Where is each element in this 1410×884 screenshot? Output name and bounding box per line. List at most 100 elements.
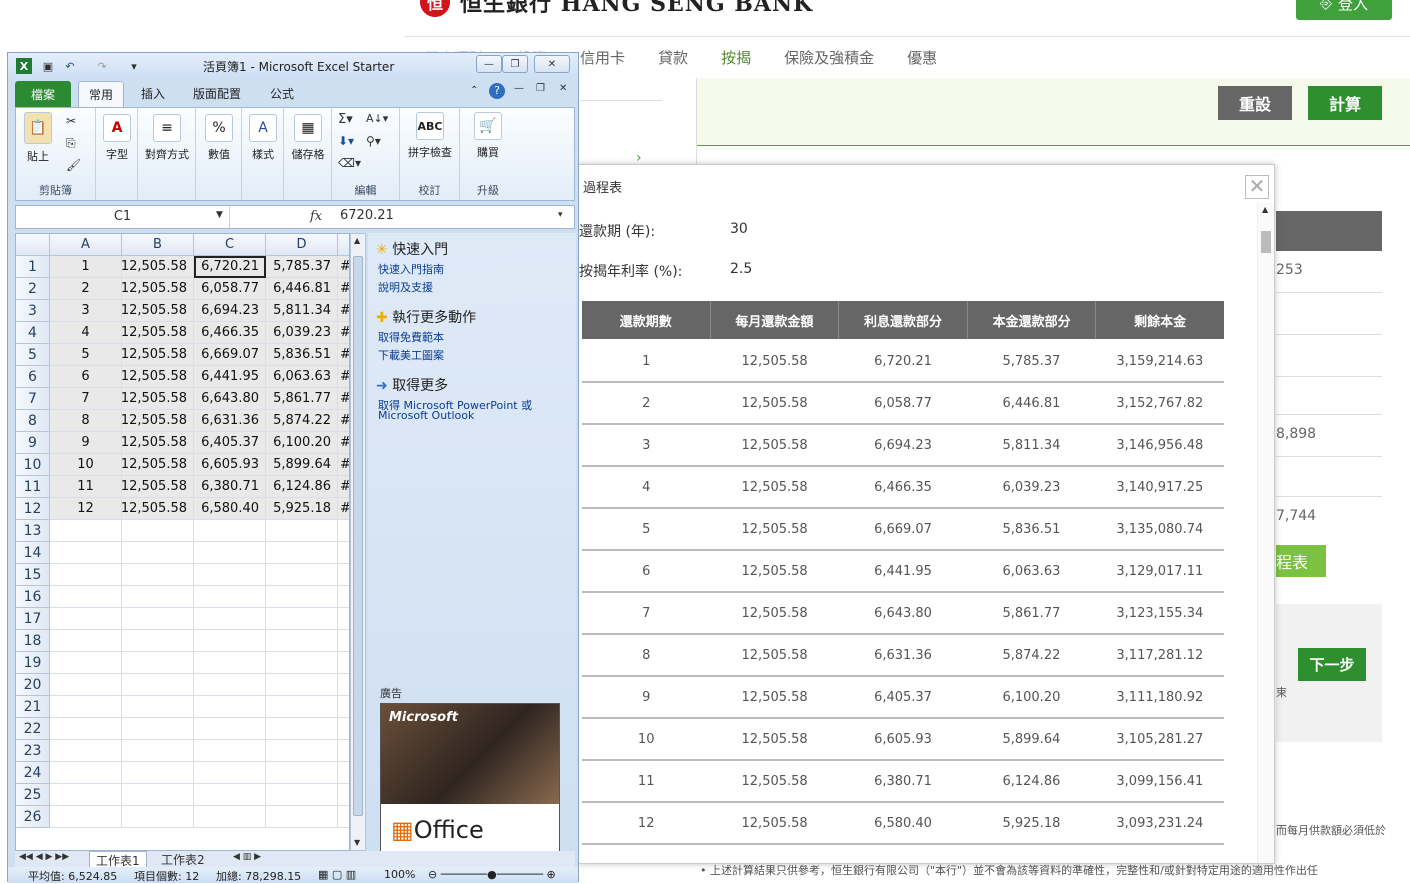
sheet-cell[interactable]: #: [338, 498, 349, 520]
sheet-cell[interactable]: #: [338, 344, 349, 366]
sheet-cell[interactable]: #: [338, 366, 349, 388]
help-icon[interactable]: ?: [489, 83, 505, 99]
row-header[interactable]: 21: [16, 696, 50, 718]
sheet-cell[interactable]: 12,505.58: [121, 498, 194, 520]
sheet-cell[interactable]: [122, 674, 194, 696]
row-header[interactable]: 5: [16, 344, 50, 366]
row-header[interactable]: 17: [16, 608, 50, 630]
sheet-cell[interactable]: [50, 586, 122, 608]
sheet-cell[interactable]: [266, 696, 338, 718]
chevron-down-icon[interactable]: ▼: [216, 210, 223, 220]
sheet-cell[interactable]: #: [338, 300, 349, 322]
sheet-cell[interactable]: 7: [50, 388, 122, 410]
row-header[interactable]: 13: [16, 520, 50, 542]
row-header[interactable]: 22: [16, 718, 50, 740]
sheet-cell[interactable]: [50, 718, 122, 740]
row-header[interactable]: 19: [16, 652, 50, 674]
sheet-cell[interactable]: 5: [50, 344, 122, 366]
tab-home[interactable]: 常用: [78, 81, 125, 107]
find-icon[interactable]: ⚲▾: [366, 134, 381, 148]
sheet-cell[interactable]: 12,505.58: [121, 454, 194, 476]
sheet-cell[interactable]: [266, 806, 338, 828]
sheet-cell[interactable]: [266, 542, 338, 564]
sheet-cell[interactable]: [338, 674, 349, 696]
nav-item-mortgage[interactable]: 按揭: [721, 47, 751, 68]
sheet-cell[interactable]: #: [338, 256, 349, 278]
sheet-cell[interactable]: [338, 784, 349, 806]
column-header[interactable]: [338, 234, 349, 256]
row-header[interactable]: 6: [16, 366, 50, 388]
sheet-cell[interactable]: 6,631.36: [194, 410, 266, 432]
sheet-cell[interactable]: [338, 564, 349, 586]
sheet-cell[interactable]: [122, 784, 194, 806]
buy-button[interactable]: 🛒 購買: [468, 112, 508, 160]
sheet-cell[interactable]: [194, 784, 266, 806]
link-quickstart[interactable]: 快速入門指南: [378, 261, 444, 277]
row-header[interactable]: 1: [16, 256, 50, 278]
minimize-icon[interactable]: —: [476, 55, 502, 73]
nav-item-card[interactable]: 信用卡: [580, 47, 625, 68]
sheet-cell[interactable]: [194, 718, 266, 740]
sheet-cell[interactable]: [266, 740, 338, 762]
sheet-cell[interactable]: [338, 718, 349, 740]
sheet-cell[interactable]: [122, 564, 194, 586]
sheet-cell[interactable]: [50, 542, 122, 564]
row-header[interactable]: 15: [16, 564, 50, 586]
sheet-cell[interactable]: [122, 806, 194, 828]
sheet-cell[interactable]: [266, 674, 338, 696]
tab-file[interactable]: 檔案: [15, 81, 71, 107]
sheet-cell[interactable]: #: [338, 278, 349, 300]
sheet-cell[interactable]: [266, 586, 338, 608]
sheet-cell[interactable]: 12,505.58: [121, 256, 194, 278]
sheet-cell[interactable]: 6,380.71: [194, 476, 266, 498]
sheet-cell[interactable]: 12: [50, 498, 122, 520]
zoom-slider[interactable]: ⊖ ───────●─────── ⊕: [428, 868, 556, 881]
sheet-cell[interactable]: [266, 718, 338, 740]
sheet-scrollbar[interactable]: ▲ ▼: [350, 233, 366, 851]
sheet-cell[interactable]: [338, 652, 349, 674]
styles-button[interactable]: A 樣式: [248, 114, 278, 162]
view-buttons-icon[interactable]: ▦ ▢ ▥: [318, 868, 356, 881]
sheet-cell[interactable]: 6,058.77: [194, 278, 266, 300]
excel-titlebar[interactable]: X ▣ ↶ ↷ ▾ 活頁簿1 - Microsoft Excel Starter…: [8, 53, 578, 79]
row-header[interactable]: 10: [16, 454, 50, 476]
sheet-cell[interactable]: #: [338, 410, 349, 432]
sheet-cell[interactable]: 6,441.95: [194, 366, 266, 388]
sheet-cell[interactable]: 6: [50, 366, 122, 388]
row-header[interactable]: 3: [16, 300, 50, 322]
restore-icon[interactable]: ❐: [502, 55, 528, 73]
link-templates[interactable]: 取得免費範本: [378, 329, 444, 345]
sheet-cell[interactable]: 2: [50, 278, 122, 300]
formula-input[interactable]: 6720.21: [340, 208, 394, 223]
tab-formulas[interactable]: 公式: [270, 85, 294, 102]
sheet-cell[interactable]: [266, 630, 338, 652]
sheet-cell[interactable]: [194, 608, 266, 630]
sheet-cell[interactable]: [50, 806, 122, 828]
sheet-cell[interactable]: [266, 564, 338, 586]
zoom-level[interactable]: 100%: [384, 868, 415, 881]
sheet-cell[interactable]: 6,605.93: [194, 454, 266, 476]
excel-app-icon[interactable]: X: [16, 58, 32, 74]
sheet-cell[interactable]: [50, 630, 122, 652]
office-ad[interactable]: Microsoft ▦Office: [380, 703, 560, 853]
expand-formula-icon[interactable]: ▾: [558, 210, 563, 220]
sheet-cell[interactable]: #: [338, 454, 349, 476]
sheet-cell[interactable]: [266, 520, 338, 542]
sheet-cell[interactable]: [194, 762, 266, 784]
close-icon[interactable]: ✕: [534, 55, 570, 73]
tab-insert[interactable]: 插入: [141, 85, 165, 102]
sheet-cell[interactable]: 5,899.64: [266, 454, 338, 476]
sheet-cell[interactable]: 12,505.58: [121, 432, 194, 454]
sheet-cell[interactable]: [122, 542, 194, 564]
row-header[interactable]: 25: [16, 784, 50, 806]
row-header[interactable]: 24: [16, 762, 50, 784]
sheet-cell[interactable]: 6,694.23: [194, 300, 266, 322]
sheet-cell[interactable]: 5,785.37: [266, 256, 338, 278]
sheet-cell[interactable]: 12,505.58: [121, 476, 194, 498]
sheet-cell[interactable]: [122, 740, 194, 762]
row-header[interactable]: 23: [16, 740, 50, 762]
sheet-cell[interactable]: [194, 630, 266, 652]
sheet-cell[interactable]: [122, 762, 194, 784]
sheet-cell[interactable]: 6,405.37: [194, 432, 266, 454]
scroll-thumb[interactable]: [353, 256, 363, 816]
